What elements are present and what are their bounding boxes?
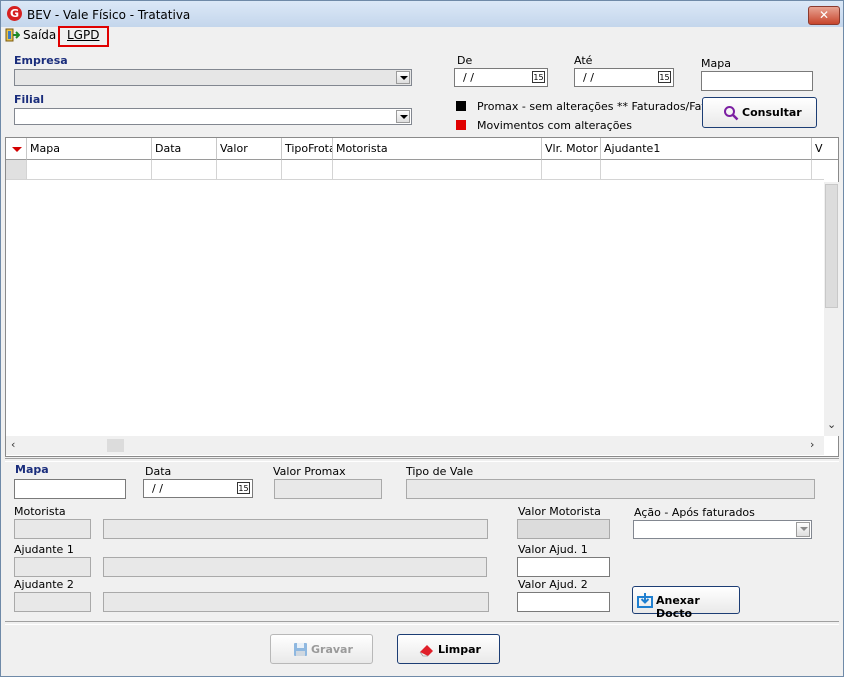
column-header-vlr-motor[interactable]: Vlr. Motor	[542, 138, 601, 160]
data-detail-label: Data	[145, 465, 172, 478]
horizontal-scrollbar[interactable]: ‹ ›	[6, 436, 824, 455]
consultar-button[interactable]: Consultar	[702, 97, 817, 128]
scroll-left-icon[interactable]: ‹	[11, 438, 15, 451]
de-date-value: / /	[463, 71, 474, 84]
main-window: G BEV - Vale Físico - Tratativa ✕ Saída …	[0, 0, 844, 677]
empresa-label: Empresa	[14, 54, 68, 67]
motorista-label: Motorista	[14, 505, 66, 518]
grid-cell[interactable]	[152, 160, 217, 180]
column-header-motorista[interactable]: Motorista	[333, 138, 542, 160]
valor-ajud1-input[interactable]	[517, 557, 610, 577]
mapa-detail-label: Mapa	[15, 463, 49, 476]
column-header-data[interactable]: Data	[152, 138, 217, 160]
chevron-down-icon[interactable]	[396, 71, 410, 84]
ajudante1-label: Ajudante 1	[14, 543, 74, 556]
legend-red-swatch	[456, 120, 466, 130]
de-date-field[interactable]: / / 15	[454, 68, 548, 87]
valor-promax-label: Valor Promax	[273, 465, 346, 478]
vertical-scrollbar[interactable]: ⌄	[824, 182, 839, 436]
mapa-filter-label: Mapa	[701, 57, 731, 70]
close-button[interactable]: ✕	[808, 6, 840, 25]
eraser-icon	[418, 642, 436, 660]
gravar-label: Gravar	[311, 643, 353, 656]
tipo-vale-label: Tipo de Vale	[406, 465, 474, 478]
column-header-v[interactable]: V	[812, 138, 838, 160]
ajudante2-name-field	[103, 592, 489, 612]
ajudante2-label: Ajudante 2	[14, 578, 74, 591]
mapa-detail-input[interactable]	[14, 479, 126, 499]
scroll-down-icon[interactable]: ⌄	[827, 418, 836, 431]
divider	[5, 458, 839, 462]
ajudante1-name-field	[103, 557, 487, 577]
menu-bar: Saída LGPD	[1, 27, 843, 45]
ajudante2-code-field	[14, 592, 91, 612]
valor-ajud2-input[interactable]	[517, 592, 610, 612]
acao-select[interactable]	[633, 520, 812, 539]
app-logo-icon: G	[7, 6, 22, 21]
grid-corner[interactable]	[6, 138, 27, 160]
horizontal-scroll-thumb[interactable]	[107, 439, 124, 452]
chevron-down-icon[interactable]	[396, 110, 410, 123]
mapa-filter-input[interactable]	[701, 71, 813, 91]
ate-date-value: / /	[583, 71, 594, 84]
grid-cell[interactable]	[282, 160, 333, 180]
ate-date-field[interactable]: / / 15	[574, 68, 674, 87]
valor-promax-field	[274, 479, 382, 499]
tipo-vale-field	[406, 479, 815, 499]
anexar-docto-label: Anexar Docto	[656, 594, 700, 620]
search-icon	[723, 105, 739, 124]
column-header-ajudante1[interactable]: Ajudante1	[601, 138, 812, 160]
results-grid[interactable]: Mapa Data Valor TipoFrota Motorista Vlr.…	[5, 137, 839, 457]
valor-motorista-field	[517, 519, 610, 539]
valor-ajud1-label: Valor Ajud. 1	[518, 543, 588, 556]
title-bar: G BEV - Vale Físico - Tratativa ✕	[1, 1, 843, 27]
download-icon	[637, 592, 653, 611]
ajudante1-code-field	[14, 557, 91, 577]
exit-icon	[5, 28, 21, 42]
grid-cell[interactable]	[601, 160, 812, 180]
legend-black-text: Promax - sem alterações ** Faturados/Fat…	[477, 100, 729, 113]
column-header-mapa[interactable]: Mapa	[27, 138, 152, 160]
save-icon	[293, 642, 308, 660]
data-detail-field[interactable]: / / 15	[143, 479, 253, 498]
lgpd-highlight	[58, 26, 109, 47]
grid-cell[interactable]	[812, 160, 824, 180]
divider	[5, 621, 839, 625]
ate-label: Até	[574, 54, 593, 67]
scroll-right-icon[interactable]: ›	[810, 438, 814, 451]
gravar-button[interactable]: Gravar	[270, 634, 373, 664]
column-header-tipofrota[interactable]: TipoFrota	[282, 138, 333, 160]
empresa-select[interactable]	[14, 69, 412, 86]
window-title: BEV - Vale Físico - Tratativa	[27, 8, 191, 22]
limpar-label: Limpar	[438, 643, 481, 656]
grid-cell[interactable]	[542, 160, 601, 180]
filial-select[interactable]	[14, 108, 412, 125]
data-detail-value: / /	[152, 482, 163, 495]
menu-saida[interactable]: Saída	[23, 28, 56, 42]
row-indicator[interactable]	[6, 160, 27, 180]
vertical-scroll-thumb[interactable]	[825, 184, 838, 308]
chevron-down-icon[interactable]	[796, 522, 810, 537]
acao-label: Ação - Após faturados	[634, 506, 755, 519]
sort-triangle-icon	[12, 147, 22, 152]
filial-label: Filial	[14, 93, 45, 106]
anexar-docto-button[interactable]: Anexar Docto	[632, 586, 740, 620]
consultar-label: Consultar	[742, 106, 802, 119]
limpar-button[interactable]: Limpar	[397, 634, 500, 664]
grid-cell[interactable]	[27, 160, 152, 180]
valor-motorista-label: Valor Motorista	[518, 505, 601, 518]
motorista-code-field	[14, 519, 91, 539]
valor-ajud2-label: Valor Ajud. 2	[518, 578, 588, 591]
calendar-icon[interactable]: 15	[658, 71, 671, 83]
column-header-valor[interactable]: Valor	[217, 138, 282, 160]
legend-red-text: Movimentos com alterações	[477, 119, 632, 132]
de-label: De	[457, 54, 473, 67]
grid-cell[interactable]	[333, 160, 542, 180]
calendar-icon[interactable]: 15	[237, 482, 250, 494]
legend-black-swatch	[456, 101, 466, 111]
calendar-icon[interactable]: 15	[532, 71, 545, 83]
motorista-name-field	[103, 519, 488, 539]
grid-cell[interactable]	[217, 160, 282, 180]
